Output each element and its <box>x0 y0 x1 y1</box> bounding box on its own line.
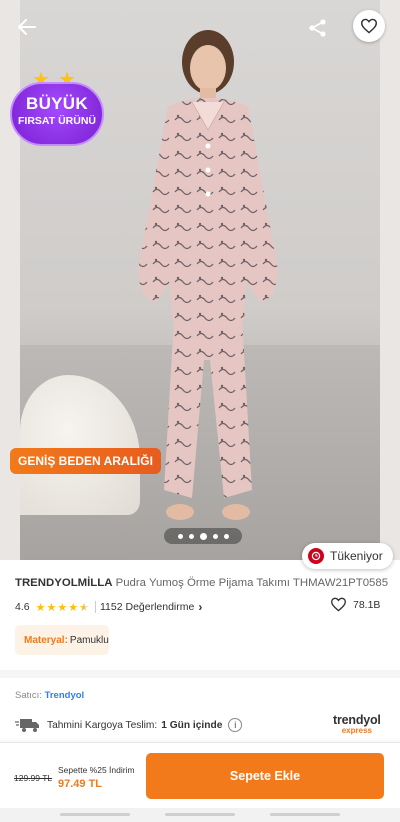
product-title: TRENDYOLMİLLA Pudra Yumoş Örme Pijama Ta… <box>15 576 393 590</box>
basket-discount-label: Sepette %25 İndirim <box>58 765 135 775</box>
nav-handle[interactable] <box>165 813 235 816</box>
favorite-count[interactable]: 78.1B <box>330 597 380 612</box>
chevron-right-icon: › <box>198 600 203 614</box>
seller-info: Satıcı: Trendyol <box>15 690 84 701</box>
logo-top-text: trendyol <box>333 713 381 727</box>
purchase-bar: 129.99 TL Sepette %25 İndirim 97.49 TL S… <box>0 742 400 808</box>
heart-icon <box>330 597 347 612</box>
stock-status-label: Tükeniyor <box>330 549 383 563</box>
reviews-link[interactable]: 1152 Değerlendirme <box>100 601 194 613</box>
star-icon: ★ <box>35 601 46 614</box>
pagination-dot-active[interactable] <box>199 532 207 540</box>
seller-label: Satıcı: <box>15 690 42 701</box>
star-icon: ★ <box>68 601 79 614</box>
trendyol-express-logo: trendyol express <box>333 714 381 735</box>
original-price: 129.99 TL <box>14 773 53 783</box>
clock-icon <box>308 548 324 564</box>
nav-handle[interactable] <box>270 813 340 816</box>
shipping-label: Tahmini Kargoya Teslim: <box>47 719 158 731</box>
favorite-button[interactable] <box>353 10 385 42</box>
badge-disc <box>10 82 104 146</box>
material-tag: Materyal: Pamuklu <box>15 625 109 655</box>
pagination-dot[interactable] <box>177 533 183 539</box>
badge-subtitle: FIRSAT ÜRÜNÜ <box>18 115 96 127</box>
half-star-icon: ★ <box>79 601 89 614</box>
back-button[interactable] <box>10 10 44 44</box>
rating-stars: ★ ★ ★ ★ ★ <box>36 601 89 614</box>
pagination-dot[interactable] <box>212 533 218 539</box>
share-icon <box>309 19 326 37</box>
big-deal-badge: ★ ★ BÜYÜK FIRSAT ÜRÜNÜ <box>10 70 104 146</box>
rating-value: 4.6 <box>15 601 30 613</box>
star-icon: ★ <box>46 601 57 614</box>
star-icon: ★ <box>57 601 68 614</box>
discounted-price: 97.49 TL <box>58 778 103 790</box>
info-icon[interactable]: i <box>228 718 243 732</box>
product-name: Pudra Yumoş Örme Pijama Takımı THMAW21PT… <box>115 577 389 589</box>
add-to-basket-button[interactable]: Sepete Ekle <box>146 753 384 799</box>
material-value: Pamuklu <box>69 634 109 646</box>
shipping-value: 1 Gün içinde <box>161 719 223 731</box>
arrow-left-icon <box>18 19 36 35</box>
brand-name[interactable]: TRENDYOLMİLLA <box>15 577 112 589</box>
nav-handle[interactable] <box>60 813 130 816</box>
logo-bottom-text: express <box>341 726 372 735</box>
gallery-pagination[interactable] <box>164 528 242 544</box>
section-divider <box>0 670 400 678</box>
badge-title: BÜYÜK <box>26 94 88 113</box>
favorite-count-value: 78.1B <box>353 598 381 611</box>
pagination-dot[interactable] <box>223 533 229 539</box>
material-label: Materyal: <box>24 634 68 646</box>
stock-status-badge: Tükeniyor <box>302 543 393 569</box>
seller-link[interactable]: Trendyol <box>45 690 85 701</box>
system-navigation-bar <box>0 808 400 822</box>
product-image-gallery[interactable]: ★ ★ BÜYÜK FIRSAT ÜRÜNÜ GENİŞ BEDEN ARALI… <box>0 0 400 560</box>
size-range-badge: GENİŞ BEDEN ARALIĞI <box>10 448 161 474</box>
share-button[interactable] <box>300 10 336 46</box>
pagination-dot[interactable] <box>188 533 194 539</box>
truck-icon <box>15 719 39 732</box>
heart-icon <box>360 18 378 34</box>
divider <box>94 601 96 613</box>
shipping-estimate: Tahmini Kargoya Teslim: 1 Gün içinde i <box>15 715 385 735</box>
